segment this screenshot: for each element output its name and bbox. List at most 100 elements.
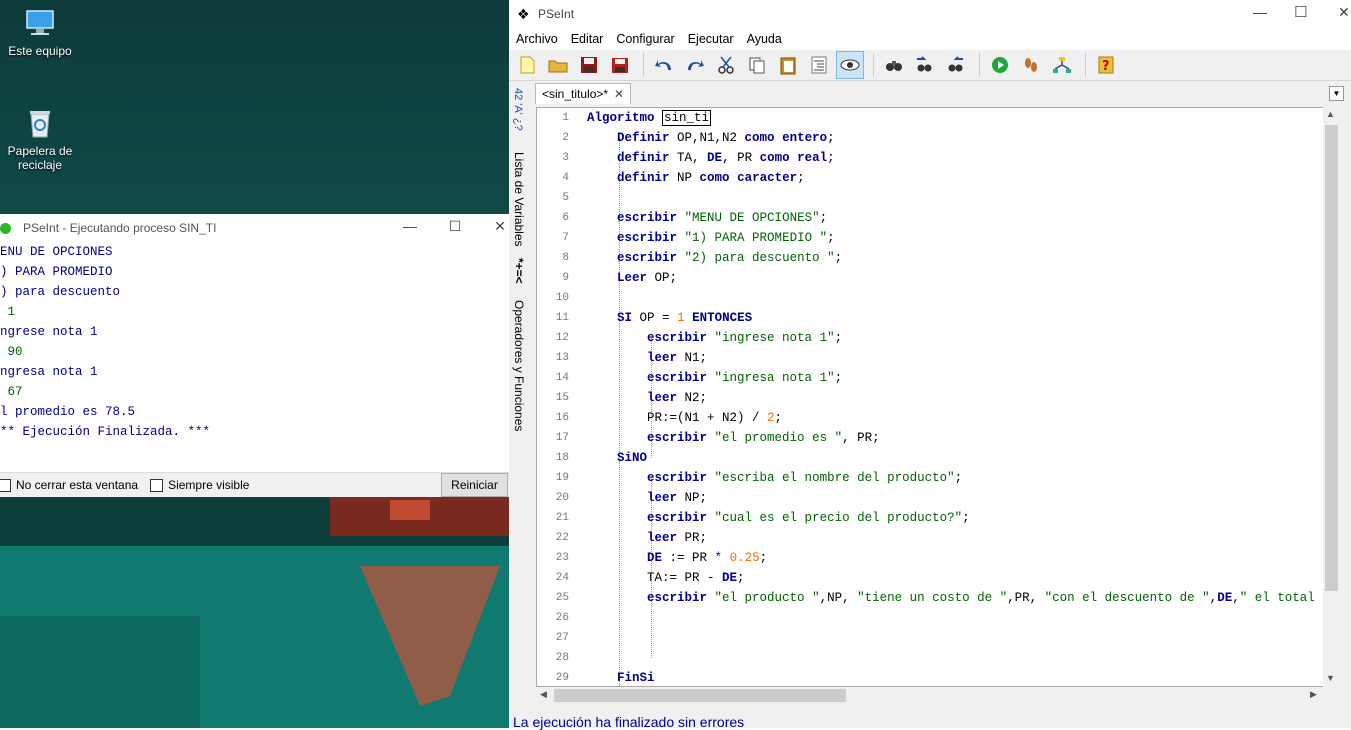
horizontal-scrollbar[interactable]: ◀ ▶	[536, 687, 1323, 704]
scroll-right-icon[interactable]: ▶	[1310, 689, 1317, 700]
side-panel: 42 'A' ¿? Lista de Variables *+=< Operad…	[509, 82, 531, 702]
line-number: 6	[562, 212, 569, 224]
paste-icon[interactable]	[774, 51, 802, 79]
reiniciar-button[interactable]: Reiniciar	[441, 473, 508, 497]
line-number: 13	[555, 352, 569, 364]
pseint-app-icon: ❖	[517, 6, 530, 22]
close-tab-icon[interactable]: ✕	[614, 84, 624, 104]
line-number: 9	[562, 272, 569, 284]
step-by-step-icon[interactable]	[1017, 51, 1045, 79]
menu-bar: Archivo Editar Configurar Ejecutar Ayuda	[509, 28, 1351, 50]
find-previous-icon[interactable]	[911, 51, 939, 79]
console-line: ** Ejecución Finalizada. ***	[0, 425, 211, 439]
flowchart-icon[interactable]	[1048, 51, 1076, 79]
line-number: 2	[562, 132, 569, 144]
line-number: 23	[555, 552, 569, 564]
line-number: 18	[555, 452, 569, 464]
toolbar-separator	[643, 53, 644, 77]
desktop-icon-papelera[interactable]: Papelera de reciclaje	[0, 106, 80, 172]
line-number: 29	[555, 672, 569, 684]
close-button[interactable]: ✕	[1338, 4, 1350, 21]
code-editor[interactable]: 1 Algoritmo sin_ti 2 Definir OP,N1,N2 com…	[536, 107, 1339, 687]
vertical-scroll-thumb[interactable]	[1325, 125, 1338, 591]
open-folder-icon[interactable]	[544, 51, 572, 79]
console-line: ngrese nota 1	[0, 325, 98, 339]
console-line: ENU DE OPCIONES	[0, 245, 113, 259]
new-file-icon[interactable]	[513, 51, 541, 79]
svg-text:?: ?	[1102, 59, 1110, 74]
find-icon[interactable]	[880, 51, 908, 79]
console-footer: No cerrar esta ventana Siempre visible R…	[0, 472, 510, 497]
maximize-button[interactable]: ☐	[445, 218, 465, 238]
save-as-icon[interactable]	[606, 51, 634, 79]
undo-icon[interactable]	[650, 51, 678, 79]
indent-icon[interactable]	[805, 51, 833, 79]
redo-icon[interactable]	[681, 51, 709, 79]
console-line: l promedio es 78.5	[0, 405, 136, 419]
main-title: PSeInt	[538, 7, 575, 21]
toolbar-separator	[873, 53, 874, 77]
recycle-bin-icon	[23, 106, 57, 140]
line-number: 28	[555, 652, 569, 664]
maximize-button[interactable]: ☐	[1294, 3, 1307, 21]
cut-icon[interactable]	[712, 51, 740, 79]
siempre-visible-label: Siempre visible	[168, 478, 250, 492]
close-button[interactable]: ✕	[490, 218, 510, 238]
line-number: 10	[555, 292, 569, 304]
console-line: ) PARA PROMEDIO	[0, 265, 113, 279]
line-number: 22	[555, 532, 569, 544]
save-icon[interactable]	[575, 51, 603, 79]
line-number: 20	[555, 492, 569, 504]
console-line: ngresa nota 1	[0, 365, 98, 379]
menu-ejecutar[interactable]: Ejecutar	[688, 32, 734, 46]
menu-editar[interactable]: Editar	[571, 32, 604, 46]
minimize-button[interactable]: —	[400, 218, 420, 238]
menu-archivo[interactable]: Archivo	[516, 32, 558, 46]
line-number: 27	[555, 632, 569, 644]
menu-ayuda[interactable]: Ayuda	[747, 32, 782, 46]
tab-lista-de-variables[interactable]: Lista de Variables	[512, 152, 526, 247]
scroll-down-icon[interactable]: ▼	[1326, 673, 1335, 683]
tab-list-dropdown-icon[interactable]: ▼	[1329, 86, 1344, 101]
siempre-visible-checkbox[interactable]	[150, 478, 164, 492]
pseint-console-icon	[0, 222, 11, 234]
computer-icon	[23, 6, 57, 40]
desktop-icon-label: Papelera de reciclaje	[7, 144, 73, 172]
copy-icon[interactable]	[743, 51, 771, 79]
find-next-icon[interactable]	[942, 51, 970, 79]
console-title: PSeInt - Ejecutando proceso SIN_TI	[23, 221, 217, 235]
scroll-up-icon[interactable]: ▲	[1326, 109, 1335, 119]
help-icon[interactable]: ?	[1092, 51, 1120, 79]
line-number: 1	[562, 112, 569, 124]
line-number: 19	[555, 472, 569, 484]
line-number: 17	[555, 432, 569, 444]
line-number: 26	[555, 612, 569, 624]
console-line: 67	[0, 385, 23, 399]
menu-configurar[interactable]: Configurar	[616, 32, 674, 46]
inspect-icon[interactable]	[836, 51, 864, 79]
main-titlebar[interactable]: ❖ PSeInt — ☐ ✕	[509, 0, 1351, 28]
console-titlebar[interactable]: PSeInt - Ejecutando proceso SIN_TI — ☐ ✕	[0, 214, 510, 242]
operadores-tab-icons: *+=<	[512, 258, 526, 284]
scroll-left-icon[interactable]: ◀	[540, 689, 547, 700]
console-line: 1	[0, 305, 16, 319]
line-number: 24	[555, 572, 569, 584]
line-number: 11	[555, 312, 569, 324]
minimize-button[interactable]: —	[1253, 4, 1267, 20]
line-number: 16	[555, 412, 569, 424]
line-number: 15	[555, 392, 569, 404]
tab-sin-titulo[interactable]: <sin_titulo>* ✕	[535, 83, 631, 104]
desktop-icon-este-equipo[interactable]: Este equipo	[0, 6, 80, 58]
console-line: ) para descuento	[0, 285, 121, 299]
line-number: 14	[555, 372, 569, 384]
console-output: ENU DE OPCIONES ) PARA PROMEDIO ) para d…	[0, 242, 510, 472]
variables-tab-icons: 42 'A' ¿?	[512, 88, 524, 131]
background-scenery	[0, 496, 510, 728]
line-number: 8	[562, 252, 569, 264]
horizontal-scroll-thumb[interactable]	[554, 689, 846, 702]
vertical-scrollbar[interactable]: ▲ ▼	[1323, 107, 1340, 687]
line-number: 7	[562, 232, 569, 244]
tab-operadores-y-funciones[interactable]: Operadores y Funciones	[512, 300, 526, 431]
no-cerrar-checkbox[interactable]	[0, 478, 11, 492]
run-icon[interactable]	[986, 51, 1014, 79]
